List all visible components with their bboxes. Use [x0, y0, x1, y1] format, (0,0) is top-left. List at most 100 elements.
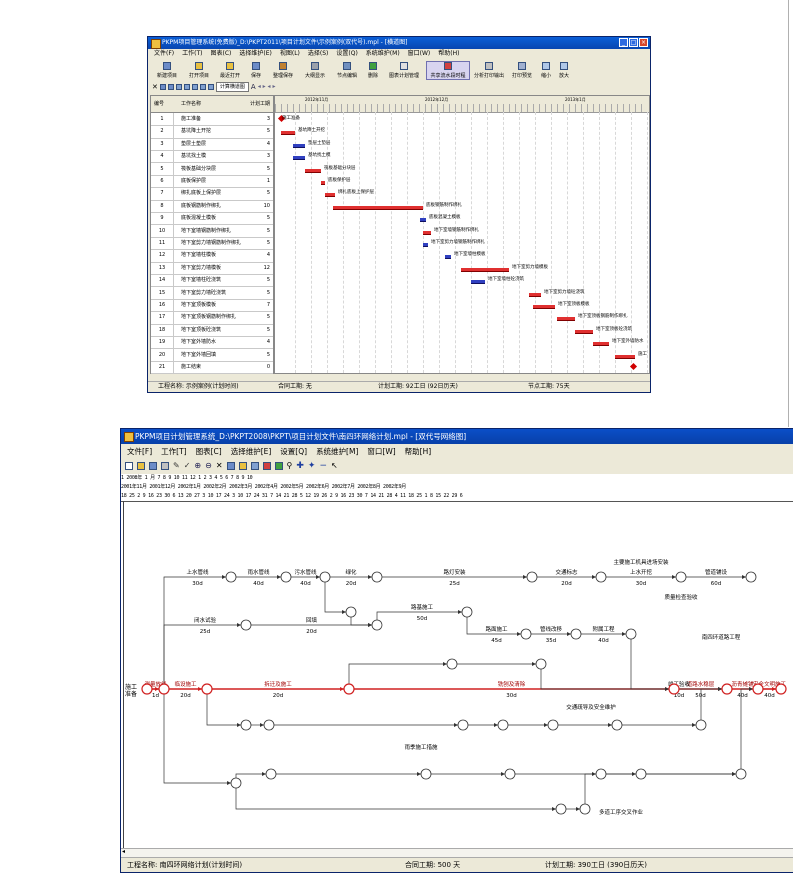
- node-circle[interactable]: [265, 768, 277, 780]
- task-bar[interactable]: [333, 205, 423, 210]
- grid-icon[interactable]: [175, 83, 182, 90]
- open-project-button[interactable]: 打开项目: [184, 61, 214, 80]
- task-row[interactable]: 18 地下室顶板砼浇筑 5: [151, 323, 273, 337]
- task-bar[interactable]: [471, 280, 485, 285]
- task-bar[interactable]: [557, 317, 575, 322]
- node-circle[interactable]: [461, 606, 473, 618]
- task-row[interactable]: 15 地下室剪力墙砼浇筑 5: [151, 286, 273, 300]
- task-row[interactable]: 21 施工结束 0: [151, 361, 273, 375]
- node-circle[interactable]: [319, 571, 331, 583]
- task-row[interactable]: 8 底板钢筋制作绑扎 10: [151, 199, 273, 213]
- node-circle[interactable]: [497, 719, 509, 731]
- task-row[interactable]: 13 地下室剪力墙模板 12: [151, 261, 273, 275]
- recent-open-button[interactable]: 最近打开: [216, 61, 244, 80]
- menu-work[interactable]: 工作(T): [182, 49, 202, 59]
- paste-icon[interactable]: [238, 461, 247, 470]
- task-bar[interactable]: [420, 218, 426, 223]
- task-bar[interactable]: [593, 342, 609, 347]
- node-circle[interactable]: [595, 768, 607, 780]
- task-row[interactable]: 17 地下室顶板钢筋制作绑扎 5: [151, 311, 273, 325]
- task-bar[interactable]: [325, 193, 335, 198]
- node-circle[interactable]: [547, 719, 559, 731]
- cut-icon[interactable]: ✕: [216, 461, 223, 470]
- node-circle[interactable]: [371, 619, 383, 631]
- edit-icon[interactable]: ✎: [173, 461, 180, 470]
- task-row[interactable]: 10 地下室墙钢筋制作绑扎 5: [151, 224, 273, 238]
- menu-select-maintain[interactable]: 选择维护(E): [239, 49, 271, 59]
- close-button[interactable]: ×: [639, 38, 648, 47]
- minimize-button[interactable]: _: [619, 38, 628, 47]
- node-circle[interactable]: [371, 571, 383, 583]
- font-icon[interactable]: A: [251, 83, 256, 91]
- node-circle[interactable]: [446, 658, 458, 670]
- task-row[interactable]: 14 地下室墙柱砼浇筑 5: [151, 274, 273, 288]
- table-icon[interactable]: [183, 83, 190, 90]
- paste-icon[interactable]: [167, 83, 174, 90]
- task-bar[interactable]: [615, 354, 635, 359]
- split-icon[interactable]: [207, 83, 214, 90]
- new-project-button[interactable]: 新建项目: [152, 61, 182, 80]
- unlink-icon[interactable]: [199, 83, 206, 90]
- task-row[interactable]: 20 地下室外墙回填 5: [151, 348, 273, 362]
- node-circle[interactable]: [595, 571, 607, 583]
- node-circle[interactable]: [230, 777, 242, 789]
- copy-icon[interactable]: [159, 83, 166, 90]
- add-icon[interactable]: ✚: [296, 461, 304, 471]
- node-circle[interactable]: [611, 719, 623, 731]
- arrow-icons[interactable]: ◂ ▸ ◂ ▸: [258, 83, 276, 90]
- menu-work[interactable]: 工作[T]: [161, 445, 186, 458]
- node-circle[interactable]: [158, 683, 170, 695]
- zoom-out-icon[interactable]: ⊖: [205, 461, 212, 470]
- node-circle[interactable]: [225, 571, 237, 583]
- node-circle[interactable]: [570, 628, 582, 640]
- node-circle[interactable]: [635, 768, 647, 780]
- zoom-in-button[interactable]: 放大: [556, 61, 572, 80]
- print-output-button[interactable]: 分析打印输出: [472, 61, 506, 80]
- task-row[interactable]: 3 垫层土垫层 4: [151, 137, 273, 151]
- flow-section-button[interactable]: 共享流水段时程: [426, 60, 470, 80]
- node-circle[interactable]: [625, 628, 637, 640]
- zoom-out-button[interactable]: 缩小: [538, 61, 554, 80]
- menu-chart[interactable]: 图表(C): [211, 49, 232, 59]
- task-bar[interactable]: [423, 230, 431, 235]
- task-row[interactable]: 12 地下室墙柱模板 4: [151, 249, 273, 263]
- node-circle[interactable]: [343, 683, 355, 695]
- pointer-icon[interactable]: ↖: [331, 461, 338, 470]
- node-circle[interactable]: [721, 683, 733, 695]
- node-circle[interactable]: [668, 683, 680, 695]
- node-circle[interactable]: [695, 719, 707, 731]
- scroll-left-arrow[interactable]: ◂: [122, 848, 125, 855]
- node-edit-button[interactable]: 节点编辑: [332, 61, 362, 80]
- minus-icon[interactable]: −: [319, 461, 327, 471]
- menu-settings[interactable]: 设置(Q): [336, 49, 357, 59]
- cut-icon[interactable]: ✕: [152, 83, 158, 91]
- link-icon[interactable]: [262, 461, 271, 470]
- node-circle[interactable]: [535, 658, 547, 670]
- node-circle[interactable]: [555, 803, 567, 815]
- outline-button[interactable]: 大纲显示: [300, 61, 330, 80]
- task-row[interactable]: 9 底板混凝土模板 5: [151, 212, 273, 226]
- binoculars-icon[interactable]: ⚲: [287, 461, 293, 470]
- task-bar[interactable]: [529, 292, 541, 297]
- chart-plan-button[interactable]: 图表计划管理: [384, 61, 424, 80]
- node-circle[interactable]: [745, 571, 757, 583]
- node-circle[interactable]: [504, 768, 516, 780]
- grid-icon[interactable]: [250, 461, 259, 470]
- node-circle[interactable]: [240, 719, 252, 731]
- node-circle[interactable]: [526, 571, 538, 583]
- task-bar[interactable]: [423, 243, 428, 247]
- menu-select-maintain[interactable]: 选择维护[E]: [231, 445, 272, 458]
- move-icon[interactable]: ✦: [308, 461, 316, 471]
- menu-view[interactable]: 视图(L): [280, 49, 300, 59]
- node-circle[interactable]: [141, 683, 153, 695]
- task-row[interactable]: 5 筏板基础分块层 5: [151, 162, 273, 176]
- node-circle[interactable]: [280, 571, 292, 583]
- menu-window[interactable]: 窗口(W): [408, 49, 431, 59]
- print-icon[interactable]: [161, 461, 169, 470]
- node-circle[interactable]: [579, 803, 591, 815]
- node-circle[interactable]: [752, 683, 764, 695]
- open-icon[interactable]: [137, 461, 145, 470]
- view-select[interactable]: 计算横道图: [215, 81, 249, 92]
- menu-window[interactable]: 窗口[W]: [367, 445, 395, 458]
- task-bar[interactable]: [445, 255, 451, 260]
